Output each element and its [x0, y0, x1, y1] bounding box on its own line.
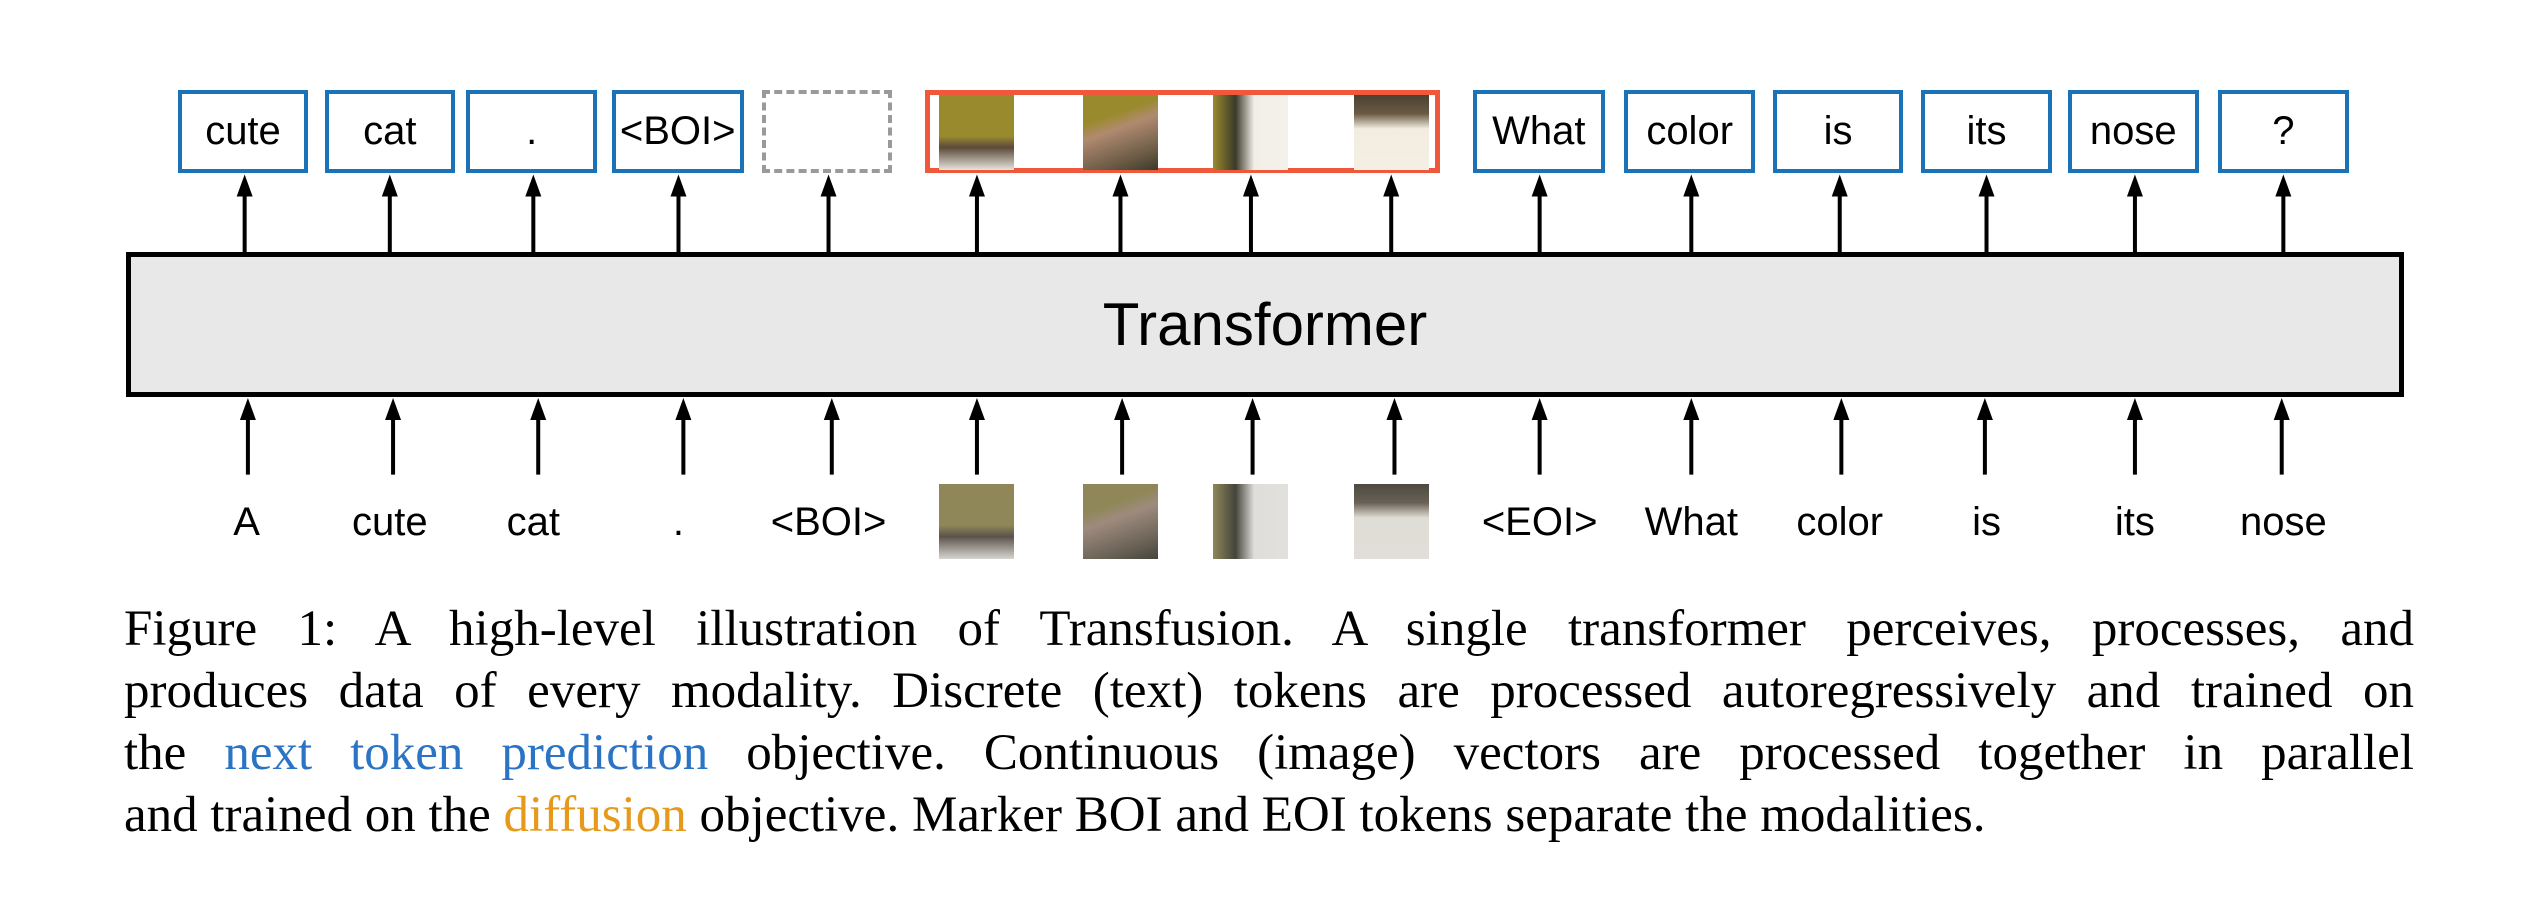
output-token-box: cat	[324, 89, 456, 173]
output-token-label: ?	[2272, 108, 2295, 153]
output-token-label: nose	[2089, 108, 2177, 153]
input-arrow-head	[2273, 397, 2290, 420]
output-token-box: ?	[2218, 89, 2349, 173]
output-arrow-head	[1831, 174, 1848, 197]
output-token-box: its	[1921, 89, 2052, 173]
input-arrow-head	[1976, 397, 1993, 420]
output-token-box: What	[1472, 89, 1605, 173]
input-token-label: color	[1796, 500, 1884, 544]
caption-line: produces data of every modality. Discret…	[124, 660, 2414, 722]
output-token-box: is	[1772, 89, 1904, 173]
input-arrow-head	[1114, 397, 1131, 420]
output-token-label: cute	[205, 108, 281, 153]
input-token-label: its	[2114, 500, 2155, 544]
transformer-block: Transformer	[126, 252, 2404, 397]
input-arrow-head	[1244, 397, 1261, 420]
caption-text: Figure 1: A high-level illustration of T…	[124, 601, 2414, 657]
input-token-label: What	[1644, 500, 1738, 544]
output-arrow-head	[1978, 174, 1995, 197]
input-arrow-head	[239, 397, 256, 420]
input-arrow-head	[1833, 397, 1850, 420]
output-arrow-head	[1112, 174, 1129, 197]
output-token-label: <BOI>	[619, 108, 736, 153]
output-image-patch	[1213, 94, 1289, 170]
output-token-box: color	[1624, 89, 1755, 173]
output-arrow-head	[968, 174, 985, 197]
input-arrow-head	[1683, 397, 1700, 420]
input-token-label: <EOI>	[1481, 500, 1598, 544]
input-arrow-head	[530, 397, 547, 420]
input-arrow-head	[385, 397, 402, 420]
caption-text: and trained on the	[124, 787, 504, 843]
input-token-label: <BOI>	[770, 500, 887, 544]
input-arrow-head	[823, 397, 840, 420]
output-token-label: .	[526, 108, 538, 153]
output-arrow-head	[1683, 174, 1700, 197]
output-token-box: <BOI>	[611, 89, 744, 173]
output-arrow-head	[1242, 174, 1259, 197]
output-arrow-head	[1531, 174, 1548, 197]
output-arrow-head	[236, 174, 253, 197]
input-token-label: is	[1972, 500, 2001, 544]
output-arrow-head	[381, 174, 398, 197]
empty-token-placeholder	[761, 89, 893, 173]
input-token-label: cat	[506, 500, 560, 544]
output-token-label: What	[1492, 108, 1586, 153]
input-token-label: cute	[351, 500, 428, 544]
caption-text: the	[124, 725, 225, 781]
input-noisy-image-patch	[1082, 484, 1158, 560]
caption-line: Figure 1: A high-level illustration of T…	[124, 598, 2414, 660]
output-token-label: is	[1823, 108, 1853, 153]
output-image-patch	[939, 94, 1015, 170]
output-token-box: cute	[177, 89, 309, 173]
caption-line: the next token prediction objective. Con…	[124, 722, 2414, 784]
output-arrow-head	[820, 174, 837, 197]
input-arrow-head	[968, 397, 985, 420]
figure-caption: Figure 1: A high-level illustration of T…	[124, 598, 2414, 846]
input-arrow-head	[1386, 397, 1403, 420]
input-arrow-head	[1531, 397, 1548, 420]
input-token-label: nose	[2239, 500, 2327, 544]
caption-highlight: next token prediction	[224, 725, 709, 781]
output-token-label: its	[1966, 108, 2007, 153]
input-token-label: .	[672, 500, 685, 544]
output-image-patch	[1353, 94, 1429, 170]
input-arrow-head	[2126, 397, 2143, 420]
caption-line: and trained on the diffusion objective. …	[124, 784, 2414, 846]
caption-text: objective. Marker BOI and EOI tokens sep…	[686, 787, 1986, 843]
output-token-label: color	[1646, 108, 1734, 153]
input-noisy-image-patch	[1353, 484, 1429, 560]
input-token-label: A	[233, 500, 260, 544]
output-image-patch	[1082, 94, 1158, 170]
output-arrow-head	[2126, 174, 2143, 197]
transformer-label: Transformer	[1102, 291, 1428, 358]
caption-text: objective. Continuous (image) vectors ar…	[708, 725, 2414, 781]
caption-text: produces data of every modality. Discret…	[124, 663, 2414, 719]
output-token-box: nose	[2068, 89, 2199, 173]
output-arrow-head	[670, 174, 687, 197]
output-token-box: .	[466, 89, 597, 173]
caption-highlight: diffusion	[503, 787, 687, 843]
input-noisy-image-patch	[1213, 484, 1289, 560]
output-arrow-head	[1383, 174, 1400, 197]
input-arrow-head	[675, 397, 692, 420]
output-token-label: cat	[363, 108, 417, 153]
output-arrow-head	[2275, 174, 2292, 197]
input-noisy-image-patch	[939, 484, 1015, 560]
output-arrow-head	[525, 174, 542, 197]
